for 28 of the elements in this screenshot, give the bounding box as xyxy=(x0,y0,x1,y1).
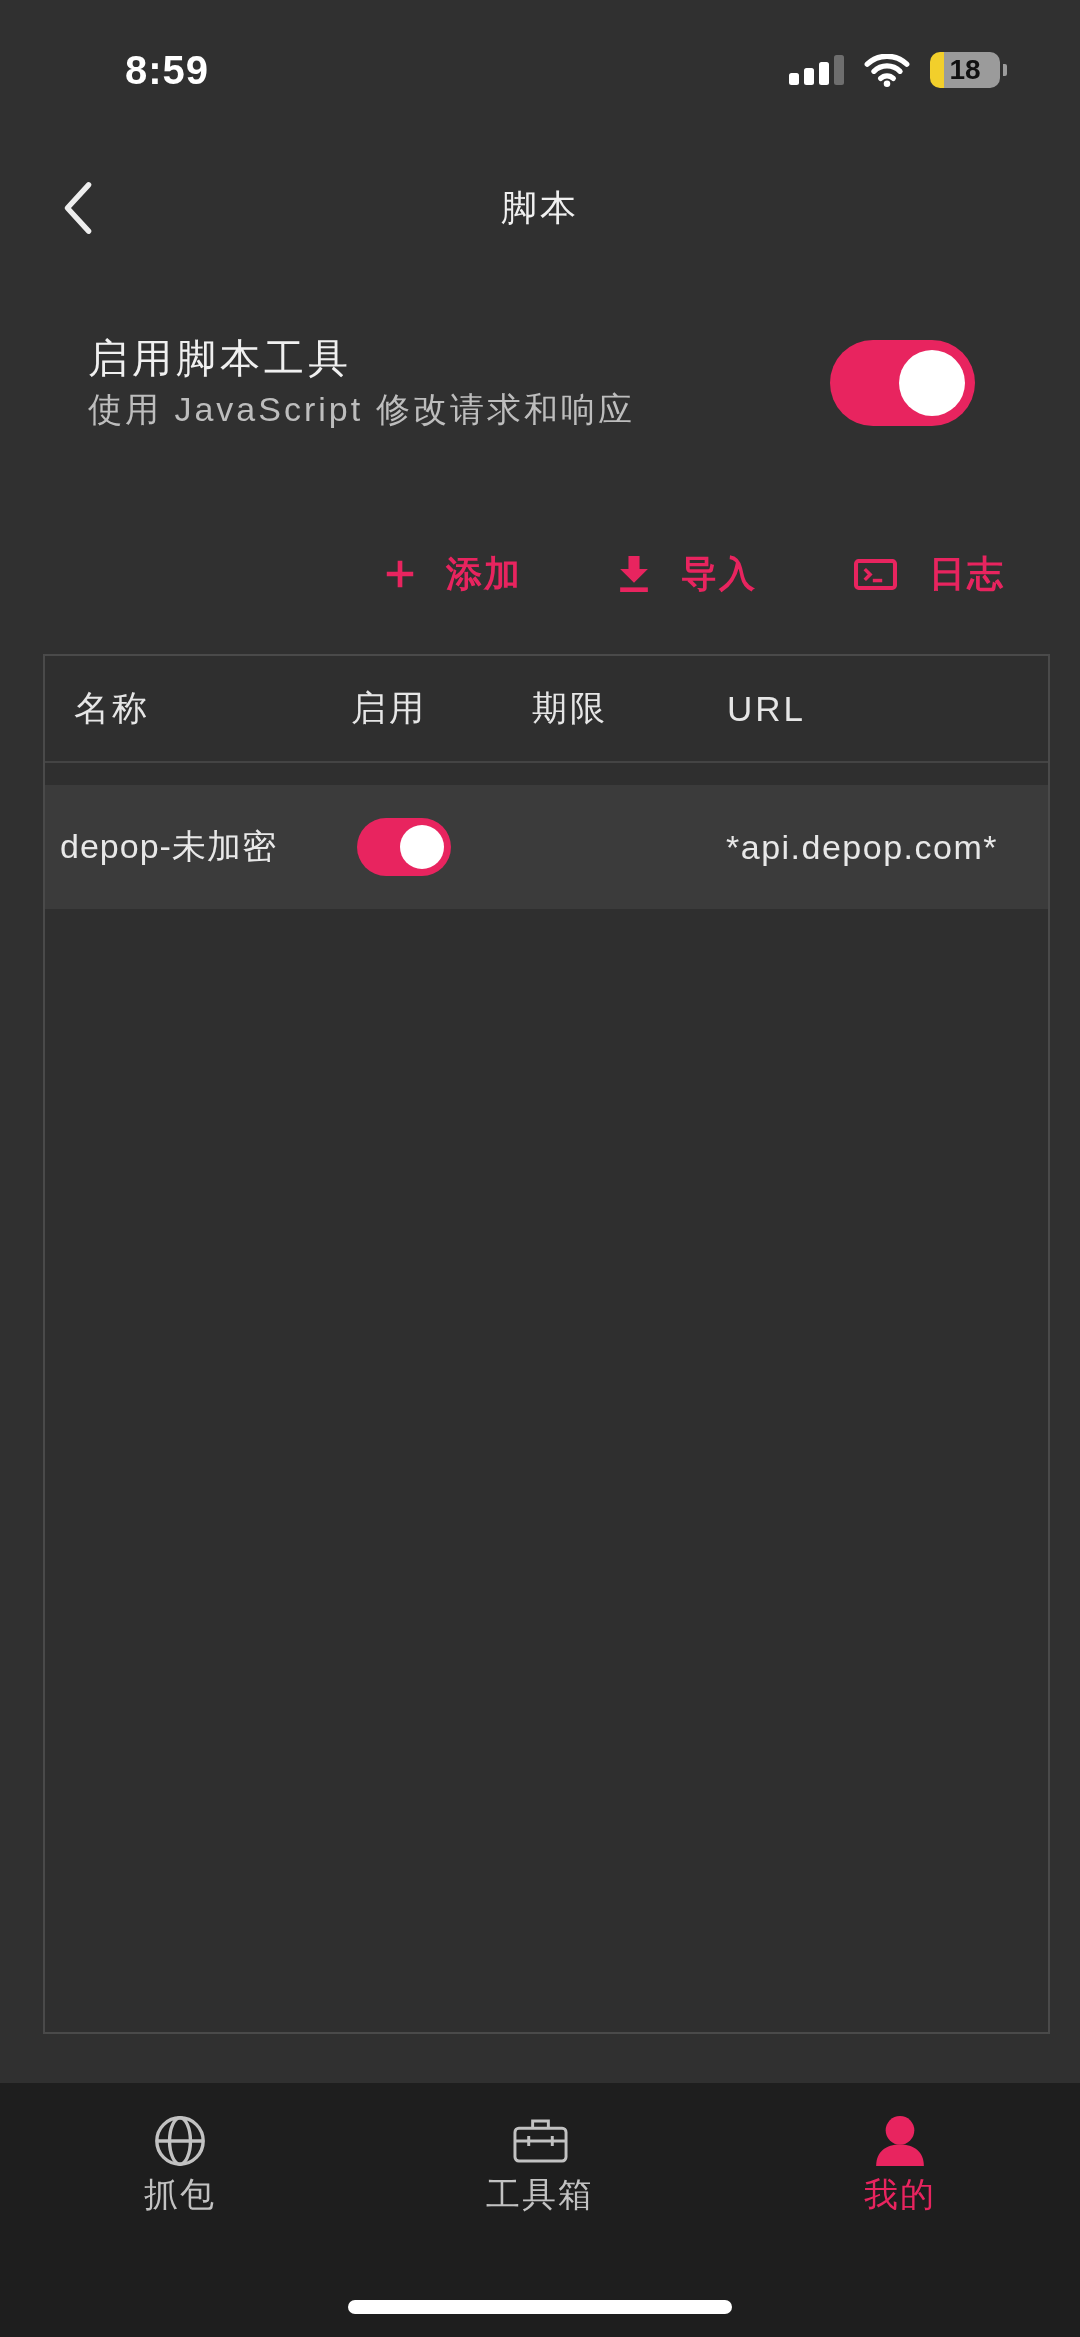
chevron-left-icon xyxy=(62,181,94,235)
table-row[interactable]: depop-未加密 *api.depop.com* xyxy=(45,785,1048,909)
nav-tab[interactable]: 我的 xyxy=(800,2116,1000,2216)
battery-percentage: 18 xyxy=(949,54,981,86)
add-button[interactable]: 添加 xyxy=(386,544,522,604)
log-button[interactable]: 日志 xyxy=(854,544,1005,604)
status-time: 8:59 xyxy=(125,47,210,93)
page-title: 脚本 xyxy=(501,185,579,230)
nav-tab[interactable]: 抓包 xyxy=(80,2116,280,2216)
column-header: 名称 xyxy=(73,687,151,729)
setting-description: 使用 JavaScript 修改请求和响应 xyxy=(88,389,635,430)
import-button[interactable]: 导入 xyxy=(619,544,757,604)
plus-icon xyxy=(386,560,414,588)
table-cell-text: *api.depop.com* xyxy=(726,827,999,867)
globe-icon xyxy=(155,2116,205,2166)
download-icon xyxy=(619,556,649,592)
signal-icon xyxy=(789,55,844,85)
wifi-icon xyxy=(864,53,910,87)
toolbox-icon xyxy=(512,2119,568,2163)
toggle-switch[interactable] xyxy=(357,818,451,876)
column-header: 启用 xyxy=(351,687,428,729)
table-cell-text: depop-未加密 xyxy=(59,826,278,867)
nav-tab[interactable]: 工具箱 xyxy=(440,2116,640,2216)
setting-title: 启用脚本工具 xyxy=(88,335,353,382)
column-header: 期限 xyxy=(532,687,609,729)
person-icon xyxy=(875,2116,925,2166)
terminal-icon xyxy=(854,558,897,590)
column-header: URL xyxy=(727,688,808,729)
